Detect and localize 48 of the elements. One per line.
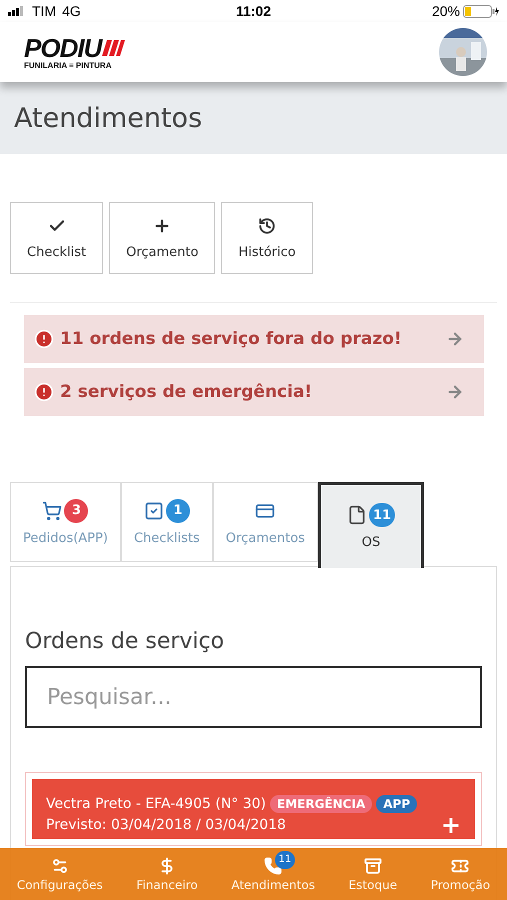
section-title: Ordens de serviço xyxy=(25,629,226,654)
cart-icon xyxy=(42,500,62,520)
order-card[interactable]: Vectra Preto - EFA-4905 (N° 30) EMERGÊNCIA APP Previsto: 03/04/2018 / 03/04/2018 + xyxy=(32,779,475,839)
order-title: Vectra Preto - EFA-4905 (N° 30) xyxy=(46,796,266,812)
plus-icon xyxy=(153,216,172,234)
battery-percentage: 20% xyxy=(432,3,460,19)
clock-time: 11:02 xyxy=(236,3,272,19)
count-badge: 1 xyxy=(166,498,190,522)
carrier-name: TIM xyxy=(32,3,56,19)
checkbox-icon xyxy=(144,500,164,520)
status-tag: EMERGÊNCIA xyxy=(270,795,372,813)
action-button[interactable]: Histórico xyxy=(221,202,313,274)
count-badge: 11 xyxy=(368,503,396,527)
logo-tagline: FUNILARIA ≡ PINTURA xyxy=(24,60,112,70)
nav-item[interactable]: Configurações xyxy=(14,850,105,892)
alert-banner[interactable]: 2 serviços de emergência! xyxy=(24,368,484,416)
battery-icon xyxy=(462,4,499,18)
order-dates: Previsto: 03/04/2018 / 03/04/2018 xyxy=(46,817,287,833)
logo-stripes-icon xyxy=(101,38,126,58)
alert-text: 2 serviços de emergência! xyxy=(60,382,314,402)
file-icon xyxy=(346,505,367,525)
box-icon xyxy=(364,856,382,874)
action-button[interactable]: Checklist xyxy=(10,202,104,274)
history-icon xyxy=(258,216,276,234)
nav-item[interactable]: 11 Atendimentos xyxy=(229,850,317,892)
signal-icon xyxy=(8,6,26,16)
tab[interactable]: Orçamentos xyxy=(212,482,318,562)
alert-banner[interactable]: 11 ordens de serviço fora do prazo! xyxy=(24,315,484,363)
nav-item[interactable]: Financeiro xyxy=(134,850,200,892)
count-badge: 11 xyxy=(274,850,295,868)
action-button[interactable]: Orçamento xyxy=(109,202,216,274)
nav-item[interactable]: Promoção xyxy=(428,850,492,892)
logo-wordmark: PODIU xyxy=(24,34,102,60)
nav-item[interactable]: Estoque xyxy=(346,850,400,892)
alert-text: 11 ordens de serviço fora do prazo! xyxy=(60,329,403,349)
search-field[interactable]: Pesquisar... xyxy=(25,666,482,728)
arrow-right-icon xyxy=(446,330,464,348)
status-tag: APP xyxy=(376,795,418,813)
add-button[interactable]: + xyxy=(440,811,461,839)
arrow-right-icon xyxy=(446,383,464,401)
tab[interactable]: 1 Checklists xyxy=(120,482,213,562)
tab[interactable]: 11 OS xyxy=(318,482,424,568)
alert-icon xyxy=(34,329,54,349)
network-type: 4G xyxy=(62,3,81,19)
count-badge: 3 xyxy=(64,498,88,522)
alert-icon xyxy=(34,382,54,402)
tab[interactable]: 3 Pedidos(APP) xyxy=(10,482,121,562)
page-title: Atendimentos xyxy=(14,102,202,134)
